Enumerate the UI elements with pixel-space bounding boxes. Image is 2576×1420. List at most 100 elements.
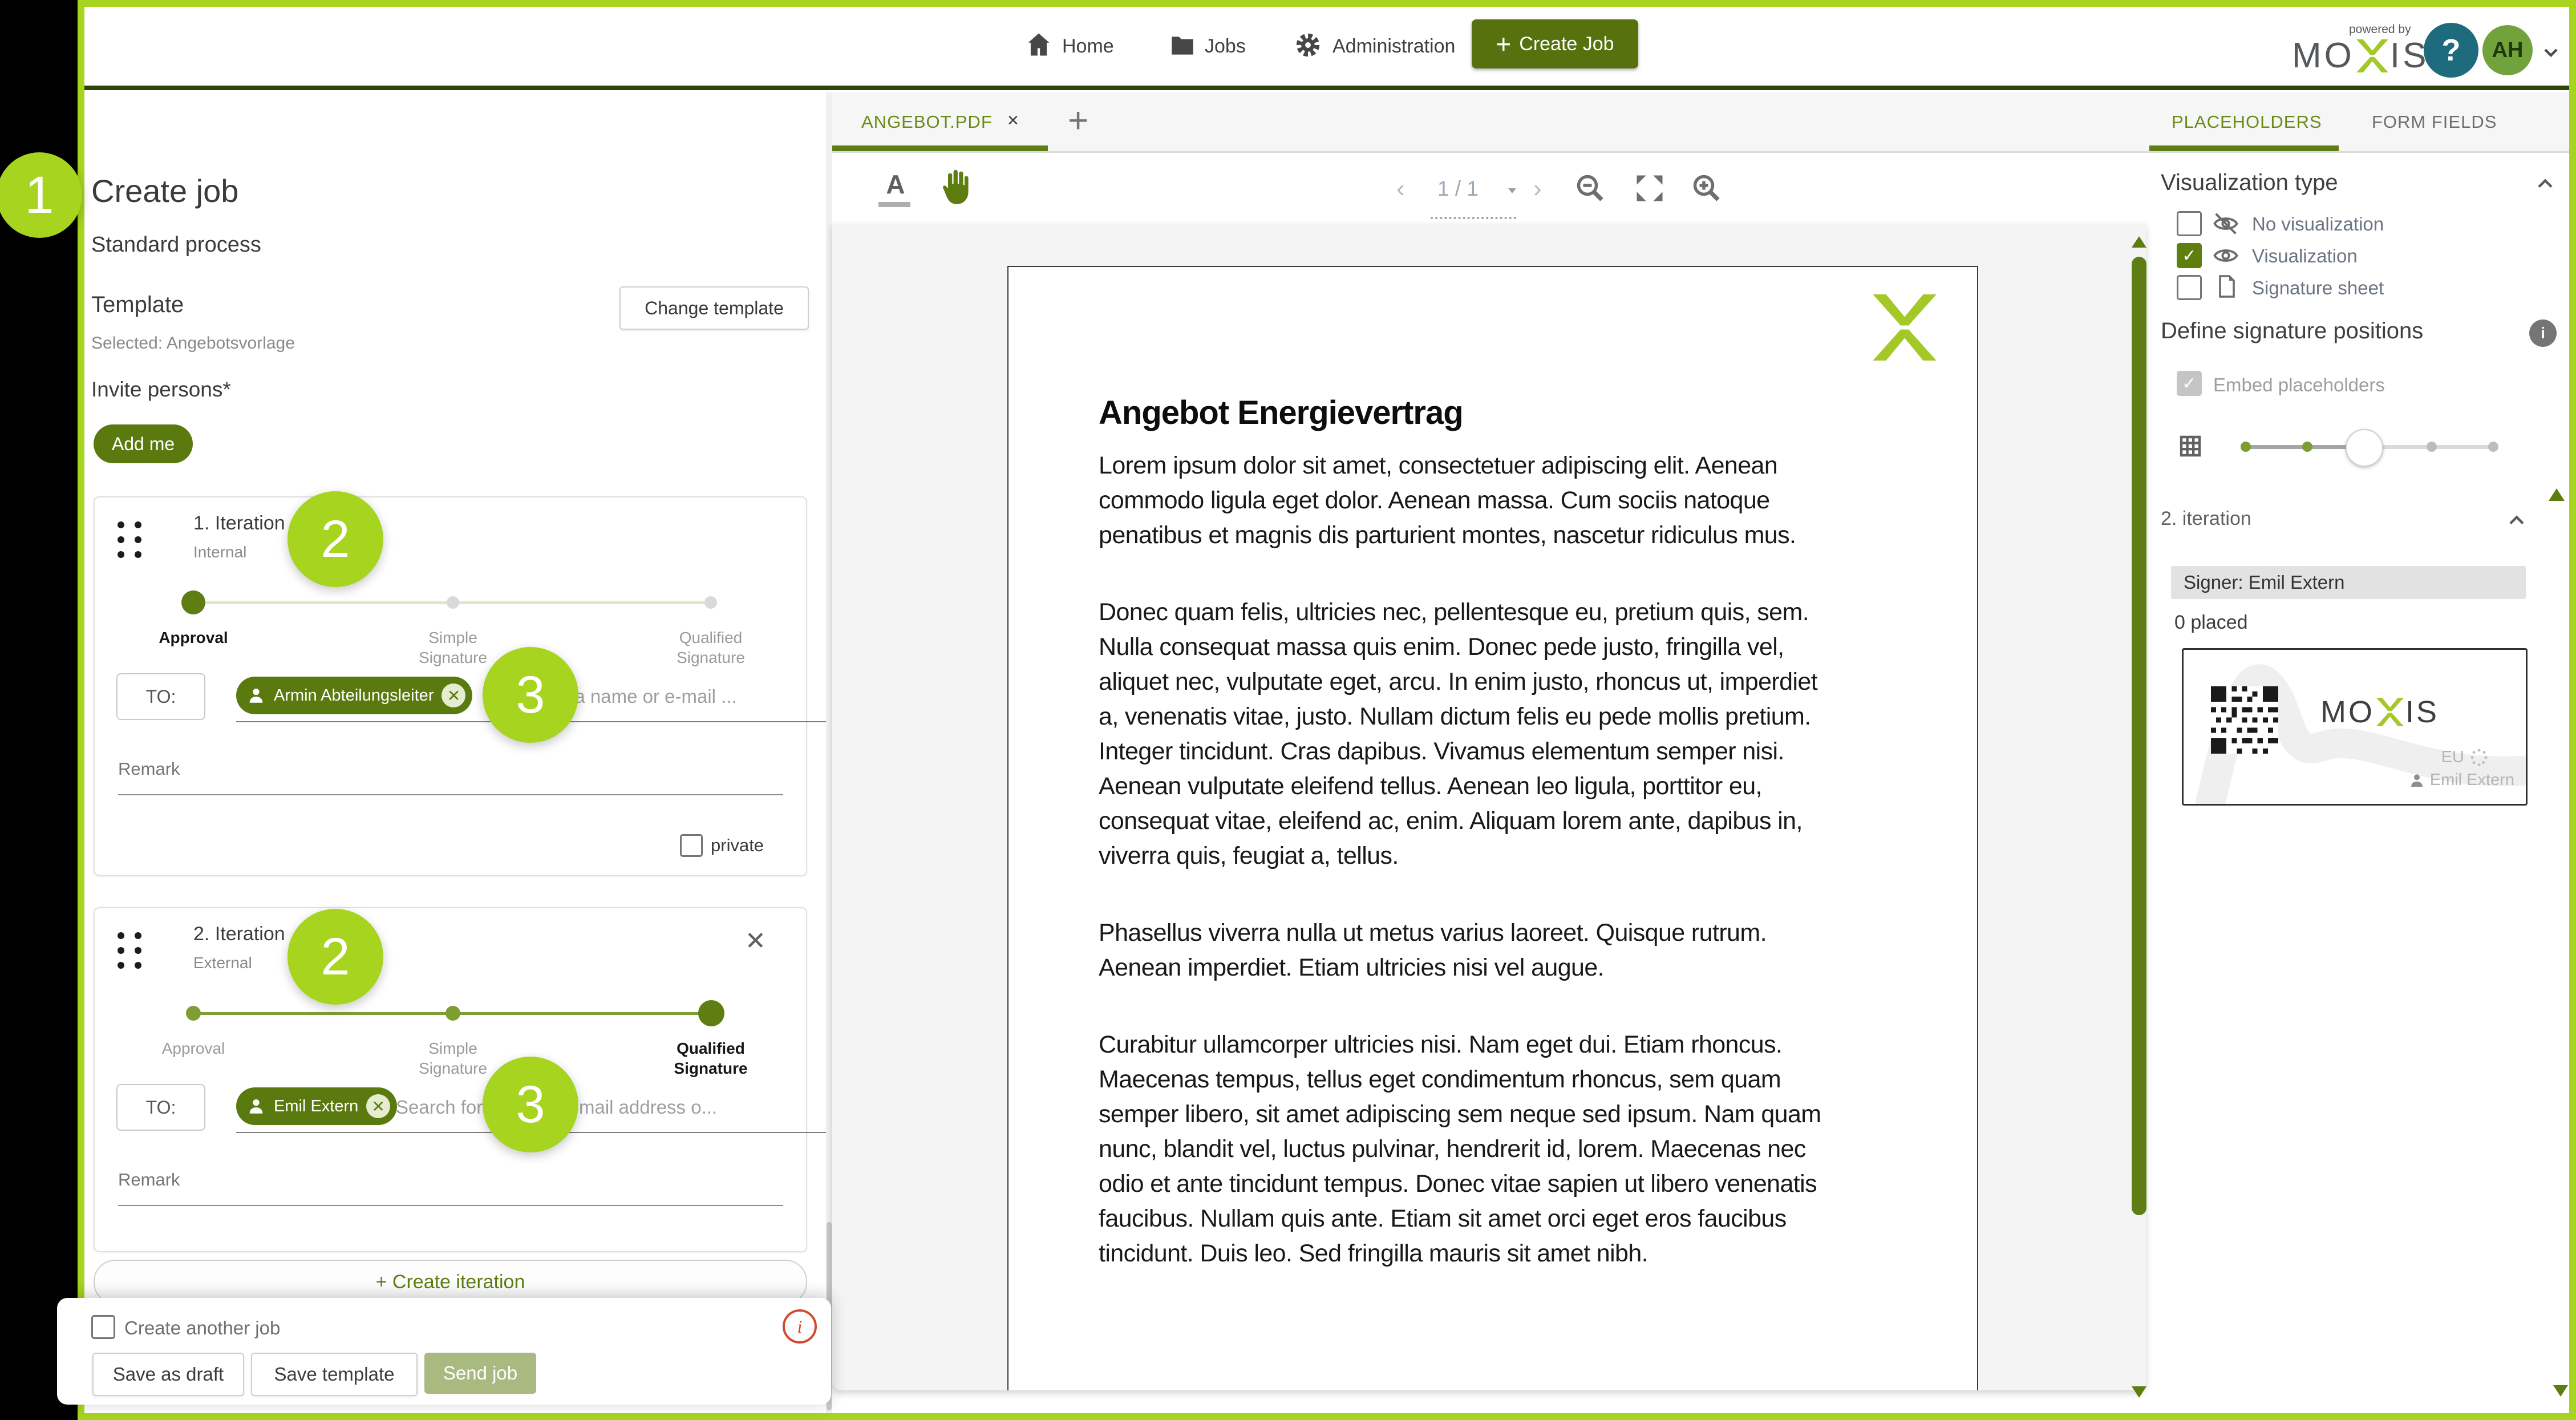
info-icon[interactable]: i	[2529, 319, 2557, 347]
save-template-button[interactable]: Save template	[251, 1353, 418, 1396]
fullscreen-icon[interactable]	[1633, 171, 1667, 208]
document-paragraph: Phasellus viverra nulla ut metus varius …	[1099, 919, 1767, 981]
next-page-icon[interactable]: ›	[1533, 175, 1542, 203]
prev-page-icon[interactable]: ‹	[1396, 175, 1405, 203]
tab-form-fields[interactable]: FORM FIELDS	[2372, 112, 2497, 132]
step-dot-approval[interactable]	[186, 1006, 201, 1021]
visualization-checkbox[interactable]: ✓	[2177, 243, 2202, 268]
step-dot-approval[interactable]	[181, 590, 205, 614]
page-indicator[interactable]: 1 / 1	[1437, 177, 1479, 201]
eu-label: EU	[2441, 747, 2464, 766]
recipient-chip[interactable]: Emil Extern ✕	[236, 1087, 398, 1125]
to-field-label[interactable]: TO:	[116, 1084, 205, 1131]
pdf-scroll-down-icon[interactable]	[2132, 1386, 2146, 1398]
eu-stars-icon	[2470, 749, 2488, 767]
to-field-label[interactable]: TO:	[116, 673, 205, 720]
no-visualization-checkbox[interactable]	[2177, 211, 2202, 236]
document-sheet-icon	[2213, 273, 2241, 303]
visualization-label[interactable]: Visualization	[2252, 245, 2358, 267]
recipient-chip-label: Emil Extern	[274, 1097, 359, 1115]
document-paragraph: Curabitur ullamcorper ultricies nisi. Na…	[1099, 1031, 1821, 1267]
zoom-out-icon[interactable]	[1573, 171, 1607, 208]
iteration-collapse-chevron-up-icon[interactable]	[2504, 508, 2529, 536]
step-dot-qualified[interactable]	[698, 1000, 724, 1026]
nav-item-jobs[interactable]: Jobs	[1205, 35, 1246, 58]
moxis-x-icon	[2356, 39, 2388, 72]
slider-tick[interactable]	[2427, 442, 2437, 452]
remark-underline	[118, 794, 783, 795]
create-another-job-checkbox[interactable]	[91, 1315, 115, 1339]
pdf-viewer[interactable]: Angebot Energievertrag Lorem ipsum dolor…	[832, 224, 2146, 1390]
step-label-approval[interactable]: Approval	[102, 1038, 285, 1058]
create-job-label: Create Job	[1519, 33, 1614, 55]
drag-handle-icon[interactable]	[118, 932, 141, 969]
signer-header: Signer: Emil Extern	[2171, 566, 2526, 599]
panel-scroll-down-icon[interactable]	[2553, 1385, 2568, 1397]
drag-handle-icon[interactable]	[118, 521, 141, 558]
step-dot-qualified[interactable]	[704, 596, 717, 609]
slider-handle[interactable]	[2346, 429, 2383, 467]
pan-hand-icon[interactable]	[933, 164, 977, 213]
left-panel-scrollbar[interactable]	[826, 92, 832, 1413]
pdf-page[interactable]: Angebot Energievertrag Lorem ipsum dolor…	[1007, 266, 1978, 1390]
tab-close-icon[interactable]: ×	[1007, 110, 1019, 132]
save-as-draft-button[interactable]: Save as draft	[92, 1353, 244, 1396]
nav-bottom-divider	[84, 86, 2569, 90]
placeholder-size-slider[interactable]	[2241, 429, 2498, 467]
step-dot-simple[interactable]	[445, 1006, 460, 1021]
remark-input-label[interactable]: Remark	[118, 1170, 180, 1190]
private-label: private	[711, 835, 764, 855]
slider-tick[interactable]	[2241, 442, 2251, 452]
panel-scroll-up-icon[interactable]	[2549, 488, 2565, 501]
create-another-job-label: Create another job	[124, 1317, 281, 1338]
page-dropdown-icon[interactable]	[1504, 184, 1521, 200]
add-me-button[interactable]: Add me	[94, 424, 193, 463]
tab-angebot-pdf[interactable]: ANGEBOT.PDF	[861, 112, 993, 132]
home-icon	[1024, 30, 1054, 59]
nav-item-home[interactable]: Home	[1062, 35, 1114, 58]
avatar-initials: AH	[2492, 38, 2524, 62]
recipient-chip[interactable]: Armin Abteilungsleiter ✕	[236, 677, 473, 714]
eye-icon	[2211, 241, 2241, 273]
signature-sheet-checkbox[interactable]	[2177, 275, 2202, 300]
step-label-qualified[interactable]: Qualified Signature	[619, 628, 802, 667]
embed-placeholders-checkbox[interactable]: ✓	[2177, 371, 2202, 396]
create-job-button[interactable]: + Create Job	[1472, 19, 1638, 68]
active-tab-underline	[832, 145, 1048, 151]
send-job-button[interactable]: Send job	[424, 1353, 536, 1394]
collapse-chevron-up-icon[interactable]	[2533, 171, 2558, 199]
remark-input-label[interactable]: Remark	[118, 759, 180, 779]
avatar[interactable]: AH	[2482, 25, 2533, 75]
change-template-button[interactable]: Change template	[619, 286, 809, 330]
text-annotation-tool[interactable]: A	[878, 169, 913, 209]
private-checkbox[interactable]	[680, 834, 703, 857]
add-tab-icon[interactable]: +	[1068, 100, 1088, 141]
pdf-scroll-up-icon[interactable]	[2132, 236, 2146, 248]
recipient-chip-label: Armin Abteilungsleiter	[274, 686, 434, 705]
close-iteration-icon[interactable]: ✕	[745, 927, 766, 956]
user-menu-chevron-down-icon[interactable]	[2539, 41, 2562, 67]
step-label-approval[interactable]: Approval	[102, 628, 285, 648]
no-visualization-label[interactable]: No visualization	[2252, 213, 2384, 235]
step-label-qualified[interactable]: Qualified Signature	[619, 1038, 802, 1078]
signature-sheet-label[interactable]: Signature sheet	[2252, 277, 2384, 299]
slider-tick[interactable]	[2488, 442, 2498, 452]
moxis-logo-right: IS	[2389, 36, 2429, 75]
slider-tick[interactable]	[2302, 442, 2312, 452]
nav-item-administration[interactable]: Administration	[1332, 35, 1455, 58]
tab-placeholders[interactable]: PLACEHOLDERS	[2172, 112, 2322, 132]
gear-icon	[1293, 30, 1323, 60]
embed-placeholders-label: Embed placeholders	[2213, 374, 2385, 395]
eye-off-icon	[2211, 209, 2241, 241]
annotation-circle-2: 2	[287, 491, 383, 587]
help-button[interactable]: ?	[2424, 23, 2478, 78]
pdf-scrollbar-thumb[interactable]	[2132, 257, 2146, 1215]
signature-preview-card[interactable]: MO IS EU Emil Extern	[2182, 648, 2528, 806]
step-dot-simple[interactable]	[447, 596, 459, 609]
error-info-icon[interactable]: i	[783, 1309, 817, 1344]
card-signer-name: Emil Extern	[2429, 771, 2514, 789]
chip-remove-icon[interactable]: ✕	[442, 683, 466, 707]
chip-remove-icon[interactable]: ✕	[366, 1094, 391, 1118]
card-signer: Emil Extern	[2408, 771, 2514, 790]
zoom-in-icon[interactable]	[1690, 171, 1724, 208]
